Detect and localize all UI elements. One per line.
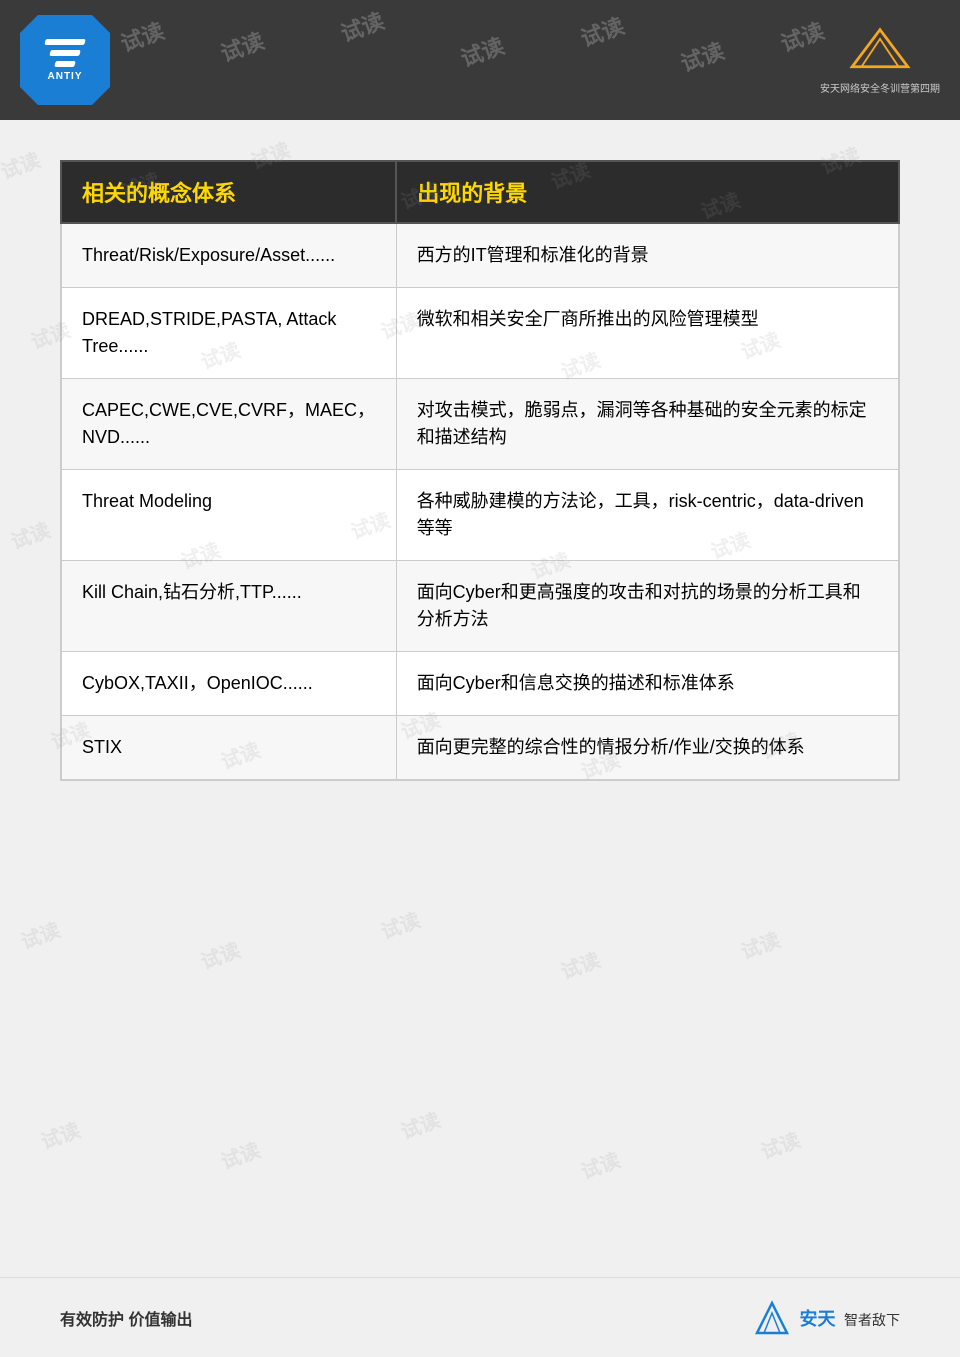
- table-cell-left: STIX: [61, 716, 396, 781]
- footer-right: 安天 智者敌下: [752, 1298, 900, 1338]
- wm6: 试读: [676, 33, 728, 78]
- table-cell-right: 面向Cyber和信息交换的描述和标准体系: [396, 652, 899, 716]
- bwm30: 试读: [396, 1104, 444, 1145]
- header-watermarks: 试读 试读 试读 试读 试读 试读 试读: [0, 0, 960, 120]
- bwm32: 试读: [756, 1124, 804, 1165]
- wm5: 试读: [576, 8, 628, 53]
- bwm27: 试读: [736, 924, 784, 965]
- footer-slogan: 智者敌下: [844, 1312, 900, 1328]
- footer-logo-brand: 安天 智者敌下: [800, 1305, 900, 1331]
- footer-brand-name: 安天: [800, 1309, 836, 1329]
- table-row: Threat/Risk/Exposure/Asset......西方的IT管理和…: [61, 223, 899, 288]
- table-row: CAPEC,CWE,CVE,CVRF，MAEC，NVD......对攻击模式，脆…: [61, 379, 899, 470]
- bwm28: 试读: [36, 1114, 84, 1155]
- bwm26: 试读: [556, 944, 604, 985]
- bwm23: 试读: [16, 914, 64, 955]
- logo-line-3: [54, 61, 76, 67]
- footer-left-text: 有效防护 价值输出: [60, 1306, 192, 1330]
- table-cell-left: CAPEC,CWE,CVE,CVRF，MAEC，NVD......: [61, 379, 396, 470]
- bwm25: 试读: [376, 904, 424, 945]
- footer: 有效防护 价值输出 安天 智者敌下: [0, 1277, 960, 1357]
- logo: ANTIY: [20, 15, 110, 105]
- table-cell-right: 西方的IT管理和标准化的背景: [396, 223, 899, 288]
- table-row: STIX面向更完整的综合性的情报分析/作业/交换的体系: [61, 716, 899, 781]
- wm2: 试读: [216, 23, 268, 68]
- table-row: CybOX,TAXII，OpenIOC......面向Cyber和信息交换的描述…: [61, 652, 899, 716]
- table-cell-left: DREAD,STRIDE,PASTA, Attack Tree......: [61, 288, 396, 379]
- bwm24: 试读: [196, 934, 244, 975]
- col2-header: 出现的背景: [396, 161, 899, 223]
- logo-lines: [45, 39, 85, 67]
- footer-logo-svg: [752, 1298, 792, 1338]
- table-cell-left: Kill Chain,钻石分析,TTP......: [61, 561, 396, 652]
- wm1: 试读: [116, 13, 168, 58]
- logo-line-2: [49, 50, 81, 56]
- bwm31: 试读: [576, 1144, 624, 1185]
- table-cell-right: 微软和相关安全厂商所推出的风险管理模型: [396, 288, 899, 379]
- table-cell-right: 面向Cyber和更高强度的攻击和对抗的场景的分析工具和分析方法: [396, 561, 899, 652]
- header-right-logo: 安天网络安全冬训营第四期: [820, 25, 940, 95]
- table-header-row: 相关的概念体系 出现的背景: [61, 161, 899, 223]
- logo-line-1: [44, 39, 86, 45]
- table-cell-left: Threat Modeling: [61, 470, 396, 561]
- table-cell-left: Threat/Risk/Exposure/Asset......: [61, 223, 396, 288]
- wm4: 试读: [456, 28, 508, 73]
- table-row: DREAD,STRIDE,PASTA, Attack Tree......微软和…: [61, 288, 899, 379]
- table-cell-right: 对攻击模式，脆弱点，漏洞等各种基础的安全元素的标定和描述结构: [396, 379, 899, 470]
- table-cell-right: 各种威胁建模的方法论，工具，risk-centric，data-driven等等: [396, 470, 899, 561]
- main-content: 相关的概念体系 出现的背景 Threat/Risk/Exposure/Asset…: [0, 120, 960, 821]
- table-cell-right: 面向更完整的综合性的情报分析/作业/交换的体系: [396, 716, 899, 781]
- wm3: 试读: [336, 3, 388, 48]
- header: ANTIY 试读 试读 试读 试读 试读 试读 试读 安天网络安全冬训营第四期: [0, 0, 960, 120]
- table-row: Kill Chain,钻石分析,TTP......面向Cyber和更高强度的攻击…: [61, 561, 899, 652]
- header-right: 安天网络安全冬训营第四期: [820, 25, 940, 95]
- col1-header: 相关的概念体系: [61, 161, 396, 223]
- table-row: Threat Modeling各种威胁建模的方法论，工具，risk-centri…: [61, 470, 899, 561]
- table-cell-left: CybOX,TAXII，OpenIOC......: [61, 652, 396, 716]
- header-right-text: 安天网络安全冬训营第四期: [820, 80, 940, 95]
- antiy-logo-icon: [840, 25, 920, 76]
- data-table: 相关的概念体系 出现的背景 Threat/Risk/Exposure/Asset…: [60, 160, 900, 781]
- bwm29: 试读: [216, 1134, 264, 1175]
- logo-text: ANTIY: [48, 71, 83, 82]
